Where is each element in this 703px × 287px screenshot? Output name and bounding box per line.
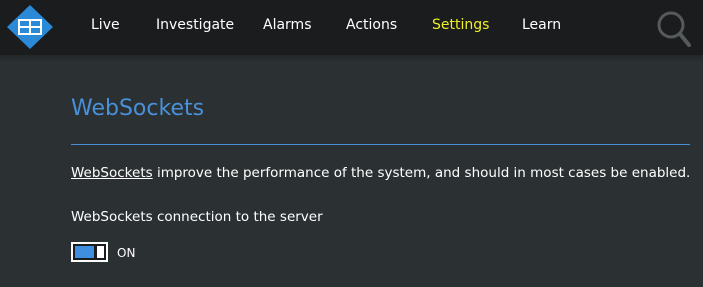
topbar-shadow xyxy=(0,55,703,63)
description-text: WebSockets improve the performance of th… xyxy=(71,165,690,181)
websockets-toggle[interactable] xyxy=(71,242,108,262)
page-title: WebSockets xyxy=(71,96,205,121)
description-rest: improve the performance of the system, a… xyxy=(152,165,691,181)
toggle-knob xyxy=(97,246,104,258)
nav-item-learn[interactable]: Learn xyxy=(522,17,561,33)
title-divider xyxy=(71,144,690,145)
top-navigation-bar: Live Investigate Alarms Actions Settings… xyxy=(0,0,703,55)
nav-item-alarms[interactable]: Alarms xyxy=(263,17,312,33)
nav-item-investigate[interactable]: Investigate xyxy=(156,17,234,33)
grid-logo-icon[interactable] xyxy=(6,4,54,50)
websockets-help-link[interactable]: WebSockets xyxy=(71,165,153,181)
search-icon[interactable] xyxy=(656,10,692,48)
nav-item-live[interactable]: Live xyxy=(91,17,120,33)
toggle-fill xyxy=(75,246,94,258)
toggle-state-label: ON xyxy=(117,246,136,260)
nav-item-settings[interactable]: Settings xyxy=(432,17,489,33)
setting-label: WebSockets connection to the server xyxy=(71,209,323,225)
nav-item-actions[interactable]: Actions xyxy=(346,17,397,33)
